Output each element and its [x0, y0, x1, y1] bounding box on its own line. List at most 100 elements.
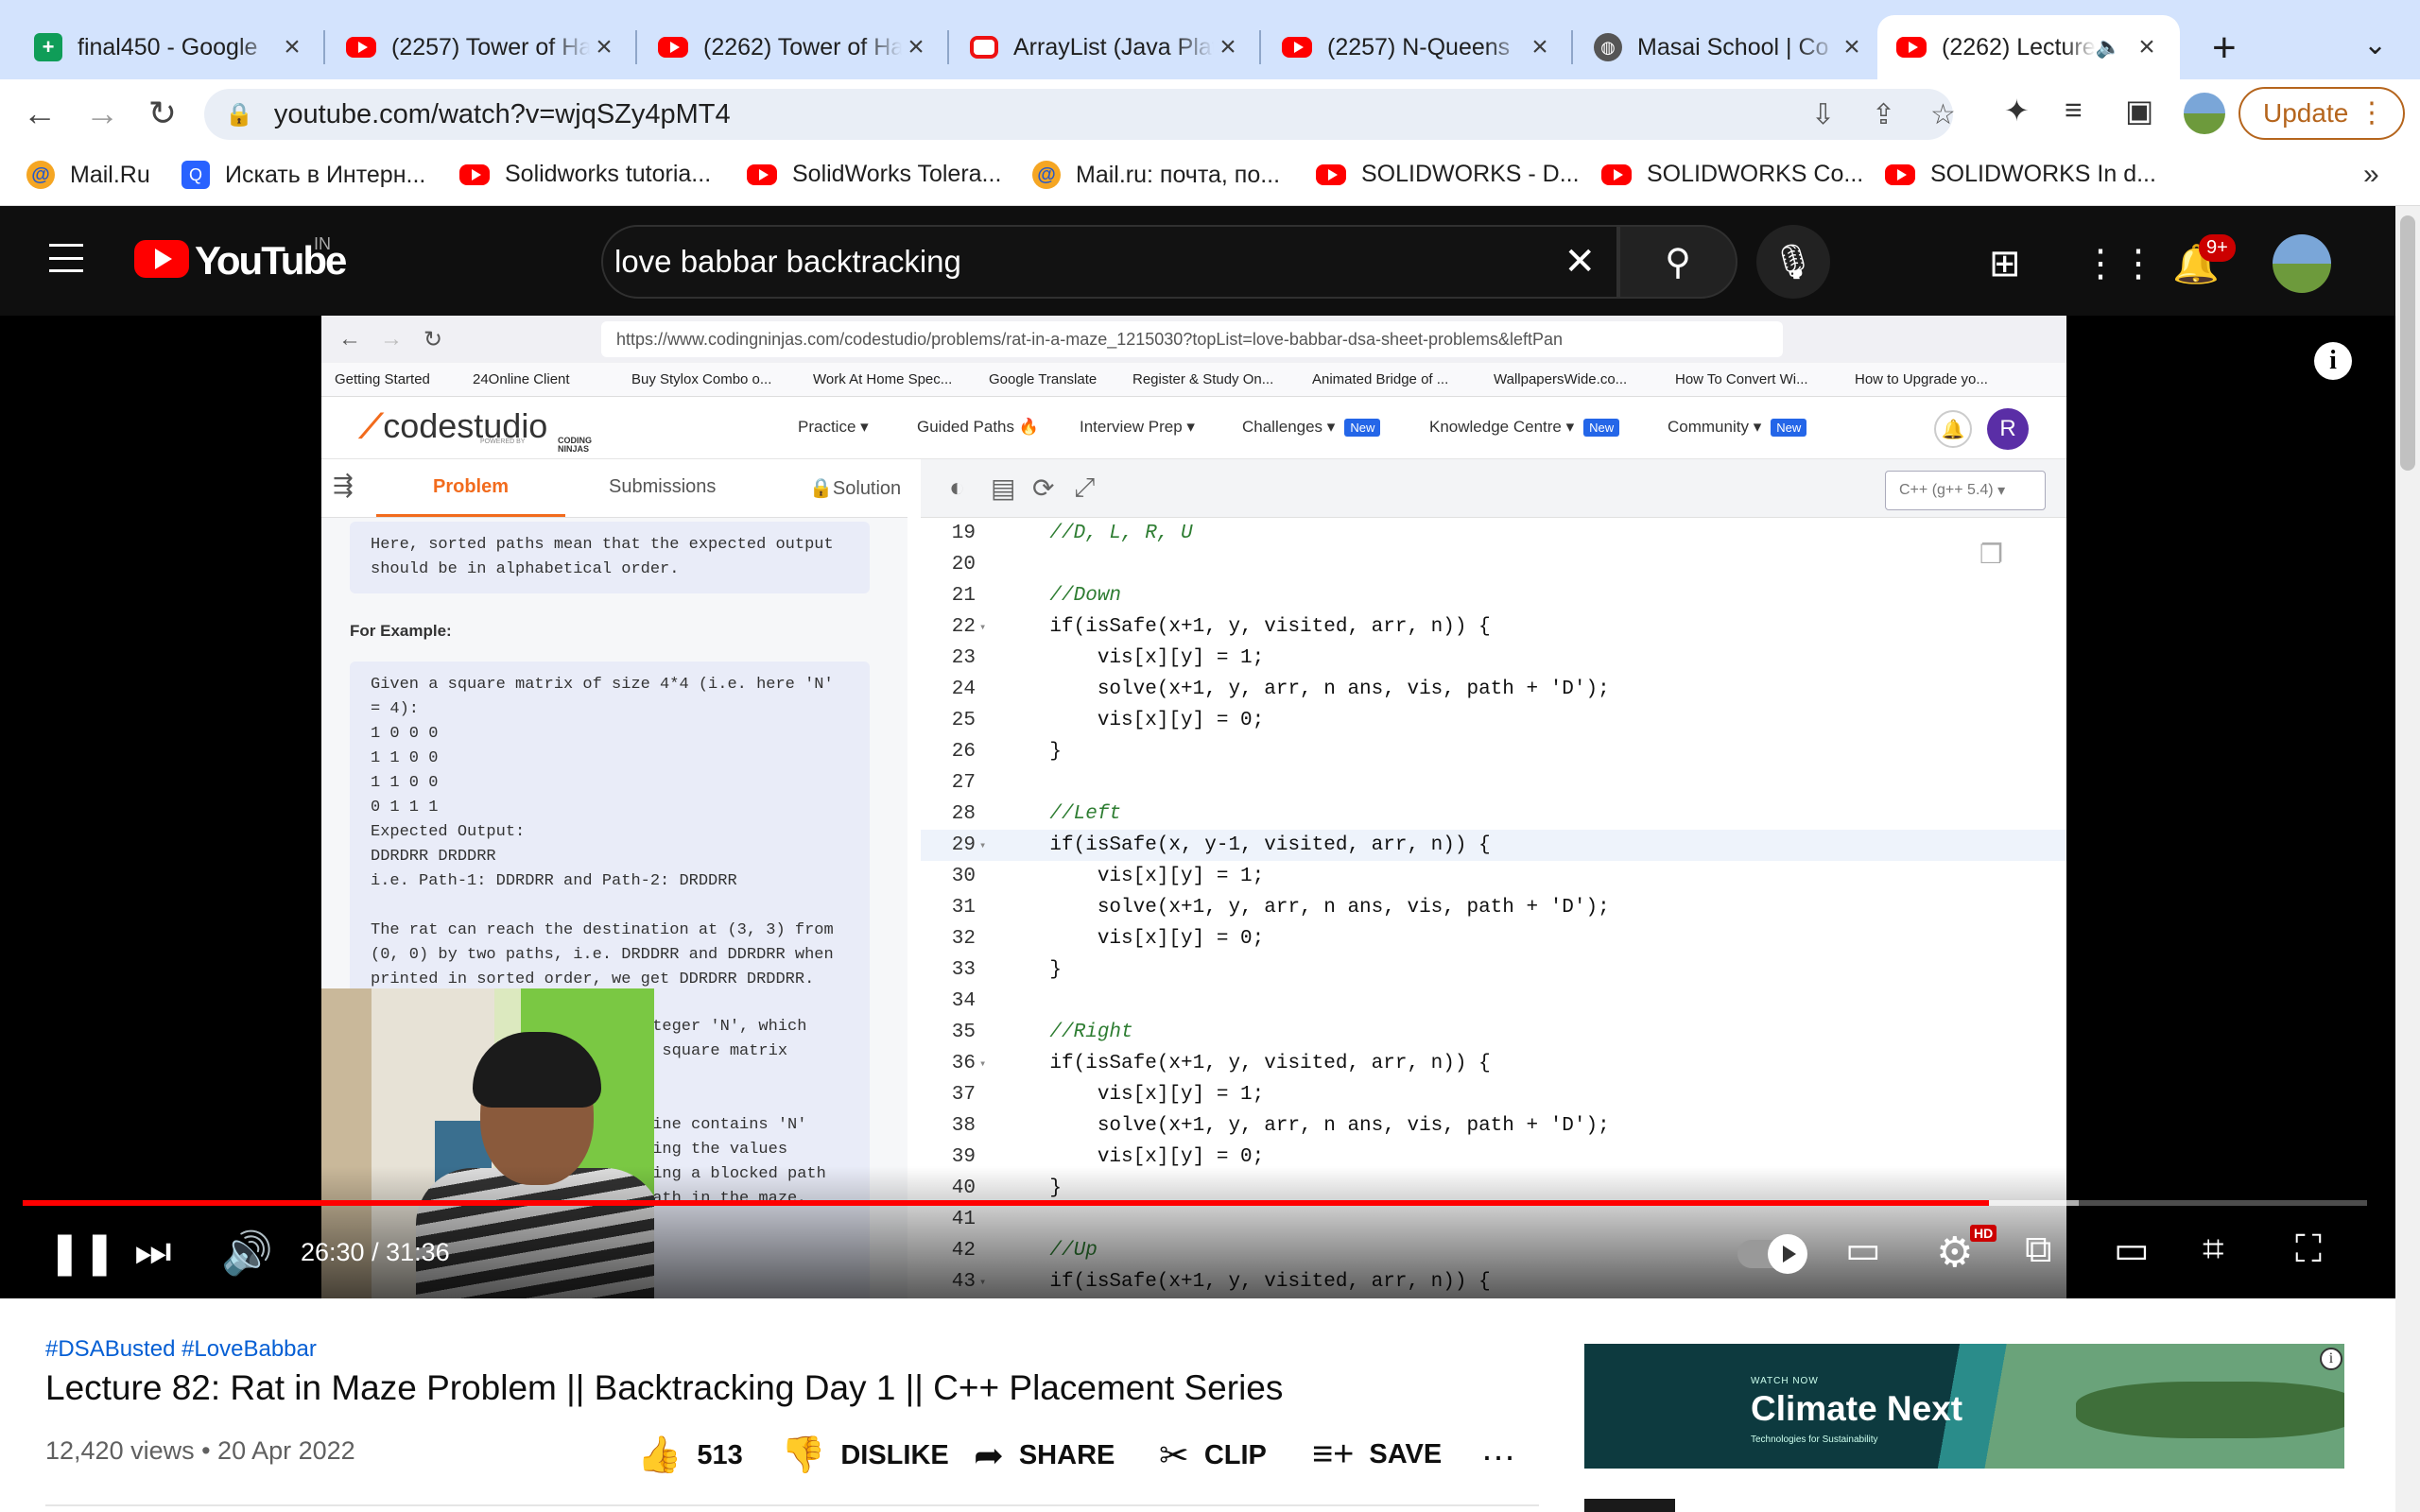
lock-icon: 🔒 [809, 478, 833, 499]
code-line: 37 vis[x][y] = 1; [951, 1084, 1265, 1106]
voice-search-button[interactable]: 🎙 [1756, 225, 1830, 299]
video-hashtags[interactable]: #DSABusted #LoveBabbar [45, 1336, 317, 1363]
code-line: 29 ▾ if(isSafe(x, y-1, visited, arr, n)) … [921, 830, 2066, 861]
close-icon[interactable]: × [278, 31, 306, 63]
code-line: 26 } [951, 741, 1063, 763]
cast-icon[interactable]: ⌗ [2203, 1228, 2224, 1271]
globe-icon: ◍ [1594, 33, 1622, 61]
forward-button[interactable]: → [79, 91, 125, 136]
next-button[interactable]: ⏭ [134, 1228, 172, 1276]
tab-strip: + final450 - Google × (2257) Tower of Ha… [0, 0, 2420, 79]
code-line: 25 vis[x][y] = 0; [951, 710, 1265, 731]
progress-bar[interactable] [23, 1200, 2367, 1206]
youtube-icon [1885, 163, 1915, 185]
bookmark-item[interactable]: Q Искать в Интерн... [182, 161, 425, 189]
fold-arrow-icon: ▾ [979, 1057, 987, 1071]
address-bar[interactable]: 🔒 youtube.com/watch?v=wjqSZy4pMT4 ⇩ ⇪ ☆ [204, 89, 1956, 140]
bookmark-item[interactable]: SOLIDWORKS Co... [1601, 161, 1863, 188]
example-box: Given a square matrix of size 4*4 (i.e. … [350, 662, 870, 1013]
bookmark-item[interactable]: SOLIDWORKS In d... [1885, 161, 2156, 188]
youtube-logo-icon[interactable] [134, 240, 189, 278]
thumbs-up-icon: 👍 [637, 1435, 683, 1475]
video-player[interactable]: ← → ↻ https://www.codingninjas.com/codes… [0, 316, 2395, 1298]
bookmark-item[interactable]: SolidWorks Tolera... [747, 161, 1001, 188]
recorded-browser-toolbar: ← → ↻ https://www.codingninjas.com/codes… [321, 316, 2066, 363]
save-button[interactable]: ≡+ SAVE [1312, 1435, 1442, 1475]
star-icon[interactable]: ☆ [1930, 98, 1956, 131]
browser-tab[interactable]: (2262) Tower of Hanoi × [639, 15, 949, 79]
close-icon[interactable]: × [1526, 31, 1554, 63]
video-frame-content: ← → ↻ https://www.codingninjas.com/codes… [321, 316, 2066, 1298]
bookmark-item[interactable]: @ Mail.ru: почта, по... [1032, 161, 1280, 189]
fullscreen-icon[interactable]: ⛶ [2295, 1228, 2322, 1271]
logo-mark-icon: ⟋ [359, 406, 384, 445]
media-control-icon[interactable]: ≡ [2065, 93, 2083, 128]
new-tab-button[interactable]: + [2212, 25, 2237, 72]
page-scrollbar[interactable] [2395, 206, 2420, 1512]
bell-icon: 🔔 [1934, 410, 1972, 448]
clip-button[interactable]: ✂ CLIP [1159, 1435, 1267, 1477]
more-actions-icon[interactable]: … [1480, 1429, 1518, 1469]
close-icon[interactable]: × [590, 31, 618, 63]
like-button[interactable]: 👍 513 [637, 1435, 743, 1476]
miniplayer-icon[interactable]: ⧉ [2025, 1228, 2052, 1271]
settings-icon[interactable]: ⚙ [1936, 1228, 1973, 1277]
browser-tab[interactable]: ◍ Masai School | Co × [1575, 15, 1885, 79]
share-arrow-icon: ➦ [974, 1436, 1004, 1476]
search-button[interactable]: ⚲ [1618, 225, 1737, 299]
mail-icon: @ [26, 161, 55, 189]
more-bookmarks-icon[interactable]: » [2363, 159, 2379, 191]
hd-badge: HD [1970, 1225, 1997, 1242]
recorded-url: https://www.codingninjas.com/codestudio/… [601, 321, 1783, 357]
played-bar [23, 1200, 1989, 1206]
browser-tab[interactable]: (2257) N-Queens × [1263, 15, 1573, 79]
side-panel-icon[interactable]: ▣ [2125, 93, 2153, 129]
extensions-icon[interactable]: ✦ [2004, 93, 2030, 129]
lock-icon[interactable]: 🔒 [225, 101, 253, 129]
bookmark-item[interactable]: SOLIDWORKS - D... [1316, 161, 1580, 188]
autoplay-toggle[interactable] [1737, 1234, 1807, 1274]
theater-mode-icon[interactable]: ▭ [2114, 1228, 2150, 1272]
close-icon[interactable]: × [1214, 31, 1242, 63]
playlist-add-icon: ≡+ [1312, 1435, 1355, 1474]
share-button[interactable]: ➦ SHARE [974, 1435, 1115, 1477]
chevron-down-icon[interactable]: ⌄ [2363, 28, 2387, 61]
install-icon[interactable]: ⇩ [1811, 98, 1835, 131]
profile-avatar[interactable] [2184, 93, 2225, 134]
ad-banner[interactable]: WATCH NOW Climate Next Technologies for … [1584, 1344, 2344, 1469]
clear-icon[interactable]: ✕ [1564, 240, 1596, 284]
account-avatar[interactable] [2273, 234, 2331, 293]
browser-tab[interactable]: (2257) Tower of Hanoi × [327, 15, 637, 79]
close-icon[interactable]: × [1838, 31, 1866, 63]
ad-info-icon[interactable]: i [2320, 1348, 2342, 1370]
close-icon[interactable]: × [2133, 31, 2161, 63]
update-button[interactable]: Update ⋮ [2238, 87, 2405, 140]
apps-grid-icon[interactable]: ⋮⋮ [2082, 242, 2157, 285]
reload-button[interactable]: ↻ [140, 91, 185, 136]
dislike-button[interactable]: 👎 DISLIKE [781, 1435, 949, 1476]
time-display: 26:30 / 31:36 [301, 1238, 450, 1266]
menu-icon[interactable] [49, 244, 83, 272]
search-box[interactable]: ✕ [601, 225, 1618, 299]
volume-icon[interactable]: 🔊 [221, 1228, 273, 1278]
bookmark-item[interactable]: @ Mail.Ru [26, 161, 150, 189]
pause-button[interactable]: ❚❚ [47, 1228, 117, 1277]
back-button[interactable]: ← [17, 91, 62, 136]
browser-toolbar: ← → ↻ 🔒 youtube.com/watch?v=wjqSZy4pMT4 … [0, 79, 2420, 147]
search-input[interactable] [614, 244, 1522, 280]
speaker-icon[interactable]: 🔈 [2096, 35, 2121, 60]
browser-tab[interactable]: ArrayList (Java Platform × [951, 15, 1261, 79]
info-icon[interactable]: i [2314, 342, 2352, 380]
copy-icon: ❐ [1979, 540, 2004, 569]
youtube-icon [459, 163, 490, 185]
microphone-icon: 🎙 [1772, 242, 1815, 281]
browser-tab[interactable]: + final450 - Google × [15, 15, 325, 79]
close-icon[interactable]: × [902, 31, 930, 63]
browser-tab-active[interactable]: (2262) Lecture 🔈 × [1877, 15, 2180, 79]
video-meta: 12,420 views • 20 Apr 2022 [45, 1436, 355, 1465]
subtitles-icon[interactable]: ▭ [1845, 1228, 1881, 1272]
share-icon[interactable]: ⇪ [1872, 98, 1895, 131]
bookmark-item[interactable]: Solidworks tutoria... [459, 161, 711, 188]
youtube-icon [1282, 37, 1312, 58]
create-video-icon[interactable]: ⊞ [1989, 242, 2021, 285]
